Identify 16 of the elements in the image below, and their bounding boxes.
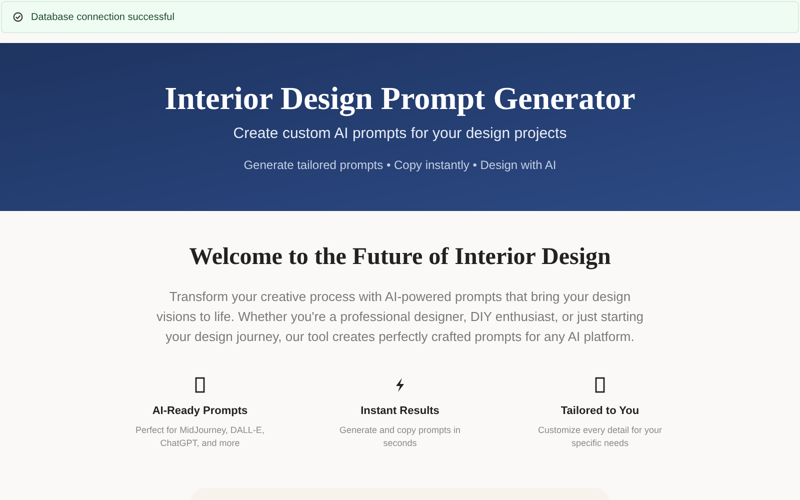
feature-title: AI-Ready Prompts: [152, 404, 248, 419]
missing-glyph-icon: [595, 377, 605, 393]
alert-text: Database connection successful: [31, 10, 174, 24]
feature-description: Perfect for MidJourney, DALL-E, ChatGPT, and more: [134, 424, 266, 450]
hero-title: Interior Design Prompt Generator: [164, 79, 636, 117]
feature-description: Generate and copy prompts in seconds: [338, 424, 462, 450]
welcome-intro: Transform your creative process with AI-powered prompts that bring your design visions to life. Whether you're a professional designer, DIY enthusiast, or just starting your design journey, our tool creates perfectly crafted prompts for any AI platform.: [155, 288, 645, 346]
lightning-icon: [394, 377, 406, 393]
welcome-heading: Welcome to the Future of Interior Design: [189, 243, 611, 272]
missing-glyph-icon: [195, 377, 205, 393]
check-circle-icon: [13, 12, 23, 22]
feature-title: Tailored to You: [560, 404, 640, 419]
hero-tagline: Generate tailored prompts • Copy instantly • Design with AI: [244, 156, 556, 174]
feature-title: Instant Results: [360, 404, 440, 419]
feature-description: Customize every detail for your specific needs: [536, 424, 664, 450]
hero-subtitle: Create custom AI prompts for your design projects: [233, 124, 567, 144]
